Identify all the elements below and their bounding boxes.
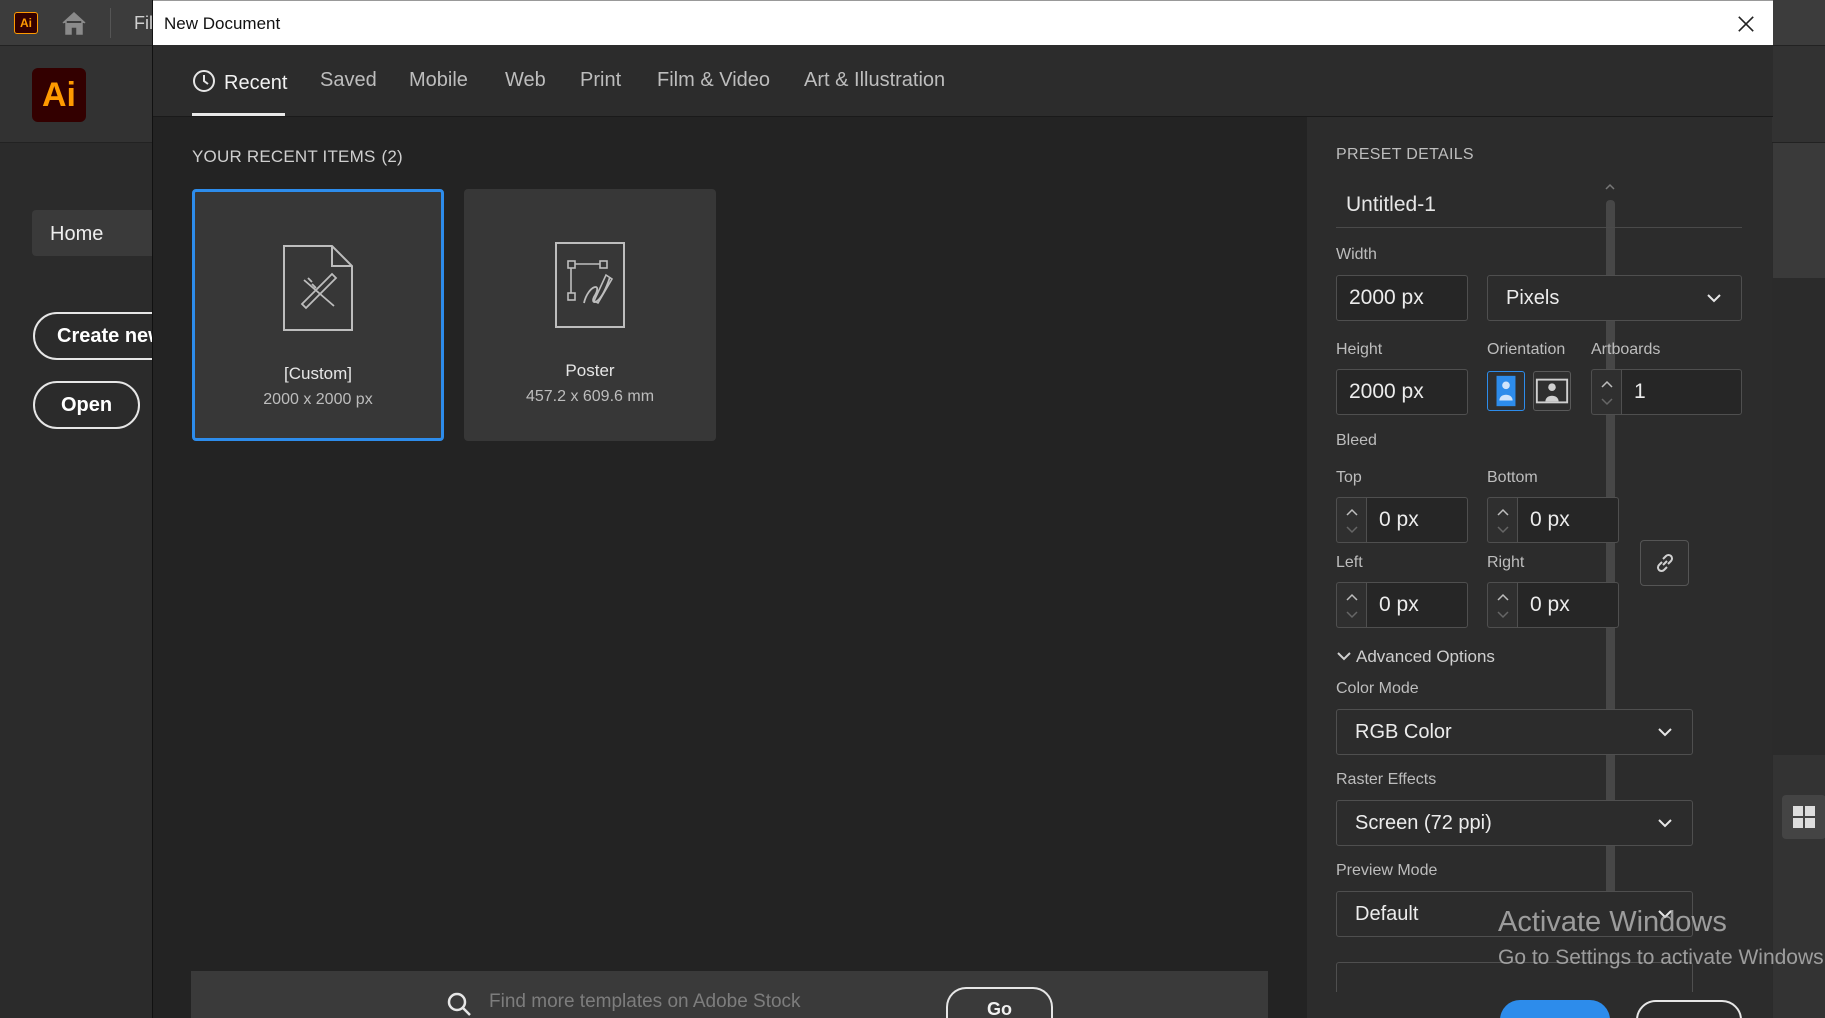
chevron-down-icon xyxy=(1707,294,1721,303)
bleed-top-field[interactable]: 0 px xyxy=(1366,497,1468,543)
tab-print[interactable]: Print xyxy=(580,69,621,92)
decrement-icon[interactable] xyxy=(1345,525,1359,535)
link-icon xyxy=(1656,553,1673,573)
bleed-bottom-stepper[interactable] xyxy=(1487,497,1517,543)
grid-view-icon[interactable] xyxy=(1782,795,1825,839)
bleed-right-label: Right xyxy=(1487,554,1525,571)
recent-item-card[interactable]: [Custom] 2000 x 2000 px xyxy=(192,189,444,441)
artboards-label: Artboards xyxy=(1591,341,1661,358)
advanced-options-toggle[interactable]: Advanced Options xyxy=(1336,647,1495,667)
link-bleed-button[interactable] xyxy=(1640,540,1689,586)
artboards-field[interactable]: 1 xyxy=(1621,369,1742,415)
bleed-left-label: Left xyxy=(1336,554,1363,571)
windows-activation-watermark: Activate Windows xyxy=(1498,906,1727,938)
tab-web[interactable]: Web xyxy=(505,69,546,92)
increment-icon[interactable] xyxy=(1600,379,1614,389)
color-mode-label: Color Mode xyxy=(1336,680,1419,697)
preview-mode-label: Preview Mode xyxy=(1336,862,1438,879)
recent-items-heading: YOUR RECENT ITEMS (2) xyxy=(192,147,403,167)
bleed-bottom-label: Bottom xyxy=(1487,469,1538,486)
units-value: Pixels xyxy=(1506,287,1560,309)
recent-heading-text: YOUR RECENT ITEMS xyxy=(192,147,376,166)
height-label: Height xyxy=(1336,341,1383,358)
bleed-bottom-field[interactable]: 0 px xyxy=(1517,497,1619,543)
artboards-stepper[interactable] xyxy=(1591,369,1621,415)
toolbar-separator xyxy=(110,8,111,38)
raster-effects-value: Screen (72 ppi) xyxy=(1355,812,1492,834)
preset-details-heading: PRESET DETAILS xyxy=(1336,146,1474,163)
decrement-icon[interactable] xyxy=(1496,525,1510,535)
recent-count: (2) xyxy=(381,147,403,166)
width-label: Width xyxy=(1336,246,1377,263)
active-tab-indicator xyxy=(192,113,285,116)
color-mode-value: RGB Color xyxy=(1355,721,1452,743)
decrement-icon[interactable] xyxy=(1345,610,1359,620)
tab-art-illustration[interactable]: Art & Illustration xyxy=(804,69,945,92)
tab-saved[interactable]: Saved xyxy=(320,69,377,92)
portrait-orientation-button[interactable] xyxy=(1487,371,1525,411)
chevron-down-icon xyxy=(1337,652,1351,661)
windows-activation-hint: Go to Settings to activate Windows. xyxy=(1498,946,1825,969)
close-icon[interactable] xyxy=(1731,9,1761,39)
increment-icon[interactable] xyxy=(1345,507,1359,517)
increment-icon[interactable] xyxy=(1496,507,1510,517)
tab-film-video[interactable]: Film & Video xyxy=(657,69,770,92)
bleed-top-stepper[interactable] xyxy=(1336,497,1366,543)
orientation-label: Orientation xyxy=(1487,341,1566,358)
card-dimensions: 2000 x 2000 px xyxy=(263,391,373,408)
document-name-input[interactable] xyxy=(1336,182,1742,228)
raster-effects-label: Raster Effects xyxy=(1336,771,1437,788)
portrait-icon xyxy=(1496,375,1516,407)
custom-document-icon xyxy=(283,245,353,331)
dialog-title: New Document xyxy=(164,14,281,33)
open-button[interactable]: Open xyxy=(33,381,140,429)
preview-mode-value: Default xyxy=(1355,903,1419,925)
bleed-right-stepper[interactable] xyxy=(1487,582,1517,628)
landscape-orientation-button[interactable] xyxy=(1533,371,1571,411)
increment-icon[interactable] xyxy=(1496,592,1510,602)
clock-icon xyxy=(192,69,216,93)
chevron-down-icon xyxy=(1658,819,1672,828)
search-icon xyxy=(447,992,471,1016)
recent-items-area: YOUR RECENT ITEMS (2) [Custom] 2000 x 200… xyxy=(153,117,1308,1018)
card-dimensions: 457.2 x 609.6 mm xyxy=(525,388,655,405)
bleed-right-field[interactable]: 0 px xyxy=(1517,582,1619,628)
go-button[interactable]: Go xyxy=(946,987,1053,1018)
chevron-down-icon xyxy=(1658,728,1672,737)
card-title: [Custom] xyxy=(283,364,353,383)
height-field[interactable]: 2000 px xyxy=(1336,369,1468,415)
illustrator-logo-icon: Ai xyxy=(14,12,38,34)
raster-effects-select[interactable]: Screen (72 ppi) xyxy=(1336,800,1693,846)
file-menu[interactable]: Fil xyxy=(134,13,153,34)
bleed-left-field[interactable]: 0 px xyxy=(1366,582,1468,628)
stock-search-input[interactable] xyxy=(489,991,869,1013)
bleed-top-label: Top xyxy=(1336,469,1362,486)
poster-document-icon xyxy=(555,242,625,328)
decrement-icon[interactable] xyxy=(1600,397,1614,407)
tab-label: Recent xyxy=(224,72,288,94)
advanced-options-label: Advanced Options xyxy=(1356,647,1495,666)
dialog-titlebar: New Document xyxy=(153,0,1773,45)
recent-item-card[interactable]: Poster 457.2 x 609.6 mm xyxy=(464,189,716,441)
decrement-icon[interactable] xyxy=(1496,610,1510,620)
create-button[interactable] xyxy=(1500,1000,1610,1018)
landscape-icon xyxy=(1535,378,1569,404)
tab-recent[interactable]: Recent xyxy=(192,69,287,95)
home-icon[interactable] xyxy=(60,10,88,36)
card-title: Poster xyxy=(565,361,615,380)
width-field[interactable]: 2000 px xyxy=(1336,275,1468,321)
bleed-left-stepper[interactable] xyxy=(1336,582,1366,628)
stock-search-bar: Go xyxy=(191,971,1268,1018)
tab-mobile[interactable]: Mobile xyxy=(409,69,468,92)
bleed-label: Bleed xyxy=(1336,432,1377,449)
preset-category-tabs: Recent Saved Mobile Web Print Film & Vid… xyxy=(153,45,1773,117)
units-select[interactable]: Pixels xyxy=(1487,275,1742,321)
increment-icon[interactable] xyxy=(1345,592,1359,602)
illustrator-app-logo: Ai xyxy=(32,68,86,122)
app-right-panel xyxy=(1773,143,1825,278)
close-button[interactable] xyxy=(1636,1000,1742,1018)
color-mode-select[interactable]: RGB Color xyxy=(1336,709,1693,755)
